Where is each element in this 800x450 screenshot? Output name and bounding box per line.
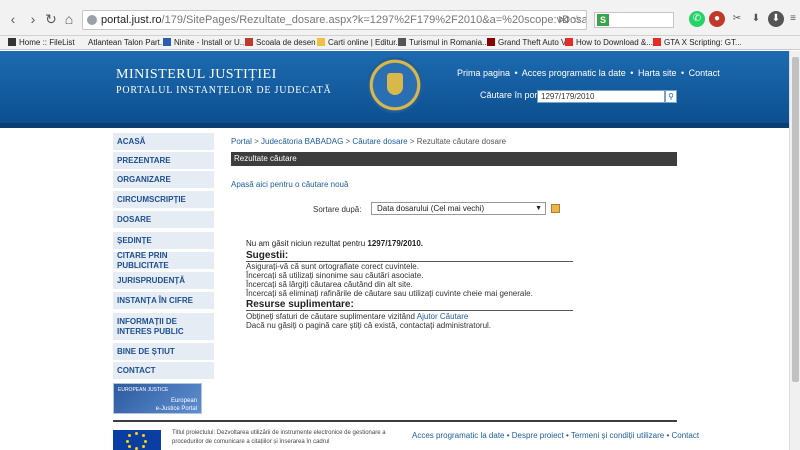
link-contact[interactable]: Contact — [689, 68, 720, 78]
resources-heading: Resurse suplimentare: — [246, 299, 573, 311]
suggestion-item: Încercați să eliminați rafinările de cău… — [246, 289, 533, 298]
suggestion-item: Asigurați-vă că sunt ortografiate corect… — [246, 262, 419, 271]
bookmark-item[interactable]: Carti online | Editur... — [317, 36, 402, 49]
sort-select[interactable]: Data dosarului (Cel mai vechi) ▼ — [371, 202, 546, 215]
extension-s-icon: S — [597, 14, 609, 26]
suggestions-heading: Sugestii: — [246, 250, 573, 262]
youtube-icon — [653, 38, 661, 46]
home-icon[interactable]: ⌂ — [62, 12, 76, 26]
breadcrumb-cautare-dosare[interactable]: Căutare dosare — [352, 137, 407, 146]
extension-red-icon[interactable]: ● — [709, 11, 725, 27]
folder-icon — [317, 38, 325, 46]
ejustice-line2: e-Justice Portal — [155, 406, 197, 412]
breadcrumb-current: > Rezultate căutare dosare — [407, 137, 507, 146]
scissors-icon[interactable]: ✂ — [729, 11, 745, 27]
bookmark-item[interactable]: Home :: FileList — [8, 36, 75, 49]
resource-item: Obțineți sfaturi de căutare suplimentare… — [246, 312, 469, 321]
page-info-icon[interactable] — [87, 15, 97, 25]
sidebar-item-instanta-in-cifre[interactable]: INSTANȚA ÎN CIFRE — [113, 292, 214, 310]
scrollbar-thumb[interactable] — [792, 57, 799, 382]
back-icon[interactable]: ‹ — [6, 12, 20, 26]
sidebar-item-bine-de-stiut[interactable]: BINE DE ȘTIUT — [113, 343, 214, 361]
bookmark-star-icon[interactable]: ⋈ ☆ — [558, 11, 582, 29]
url-path: /179/SitePages/Rezultate_dosare.aspx?k=1… — [161, 14, 586, 26]
portal-title: PORTALUL INSTANȚELOR DE JUDECATĂ — [116, 85, 332, 96]
bookmark-item[interactable]: How to Download &... — [565, 36, 653, 49]
url-host: portal.just.ro — [101, 14, 162, 26]
browser-toolbar: ‹ › ↻ ⌂ portal.just.ro/179/SitePages/Rez… — [0, 0, 800, 36]
breadcrumb-judecatoria[interactable]: Judecătoria BABADAG — [261, 137, 343, 146]
search-query: 1297/179/2010. — [367, 239, 424, 248]
scoala-icon — [245, 38, 253, 46]
breadcrumb-portal[interactable]: Portal — [231, 137, 252, 146]
forward-icon[interactable]: › — [26, 12, 40, 26]
bookmarks-bar: Home :: FileList Atlantean Talon Part...… — [0, 36, 800, 50]
youtube-icon — [565, 38, 573, 46]
sidebar-item-sedinte[interactable]: ȘEDINȚE — [113, 232, 214, 250]
eu-flag-icon — [113, 430, 161, 450]
sidebar-item-acasa[interactable]: ACASĂ — [113, 133, 214, 151]
bookmark-item[interactable]: GTA X Scripting: GT... — [653, 36, 742, 49]
link-acces-programatic[interactable]: Acces programatic la date — [522, 68, 626, 78]
downloads-badge-icon[interactable]: ⬇ — [768, 11, 784, 27]
suggestion-item: Încercați să utilizați sinonime sau căut… — [246, 271, 424, 280]
gta-icon — [487, 38, 495, 46]
ejustice-line1: European — [170, 398, 197, 404]
sidebar-item-dosare[interactable]: DOSARE — [113, 211, 214, 229]
suggestion-item: Încercați să lărgiți căutarea căutând di… — [246, 280, 413, 289]
sidebar-item-contact[interactable]: CONTACT — [113, 362, 214, 380]
sidebar-item-organizare[interactable]: ORGANIZARE — [113, 171, 214, 189]
link-prima-pagina[interactable]: Prima pagina — [457, 68, 510, 78]
breadcrumb: Portal > Judecătoria BABADAG > Căutare d… — [231, 137, 507, 146]
top-links: Prima pagina • Acces programatic la date… — [457, 68, 722, 78]
reload-icon[interactable]: ↻ — [44, 12, 58, 26]
new-search-link[interactable]: Apasă aici pentru o căutare nouă — [231, 180, 348, 189]
footer-project-text: Titlul proiectului: Dezvoltarea utilizăr… — [172, 430, 386, 445]
turism-icon — [398, 38, 406, 46]
bookmark-item[interactable]: Grand Theft Auto V — [487, 36, 566, 49]
sidebar-item-citare[interactable]: CITARE PRIN PUBLICITATE — [113, 251, 214, 270]
sidebar-item-jurisprudenta[interactable]: JURISPRUDENȚĂ — [113, 272, 214, 290]
no-results-message: Nu am găsit niciun rezultat pentru 1297/… — [246, 239, 424, 248]
download-icon[interactable]: ⬇ — [748, 11, 764, 27]
link-separator: • — [630, 68, 634, 78]
resource-item: Dacă nu găsiți o pagină care știți că ex… — [246, 321, 492, 330]
ninite-icon — [163, 38, 171, 46]
footer-divider — [113, 420, 677, 422]
search-icon[interactable]: ⚲ — [665, 90, 677, 103]
bookmark-item[interactable]: Scoala de desen — [245, 36, 316, 49]
url-bar[interactable]: portal.just.ro/179/SitePages/Rezultate_d… — [82, 10, 587, 30]
extension-box[interactable]: S — [594, 12, 674, 28]
results-title-bar: Rezultate căutare — [231, 152, 677, 166]
page-scrollbar[interactable] — [789, 51, 800, 450]
bookmark-item[interactable]: Turismul in Romania... — [398, 36, 489, 49]
sidebar-item-prezentare[interactable]: PREZENTARE — [113, 152, 214, 170]
search-help-link[interactable]: Ajutor Căutare — [417, 312, 469, 321]
portal-search-input[interactable] — [537, 90, 665, 103]
filelist-icon — [8, 38, 16, 46]
ejustice-portal-banner[interactable]: EUROPEAN JUSTICE European e-Justice Port… — [113, 383, 202, 414]
sidebar-item-informatii[interactable]: INFORMAȚII DE INTERES PUBLIC — [113, 313, 214, 341]
link-separator: • — [681, 68, 685, 78]
link-separator: • — [514, 68, 518, 78]
ejustice-eu-label: EUROPEAN JUSTICE — [118, 387, 169, 393]
menu-icon[interactable]: ≡ — [785, 11, 800, 27]
sort-select-value: Data dosarului (Cel mai vechi) — [377, 204, 485, 213]
whatsapp-icon[interactable]: ✆ — [689, 11, 705, 27]
ministry-title[interactable]: MINISTERUL JUSTIȚIEI — [116, 67, 277, 83]
link-harta-site[interactable]: Harta site — [638, 68, 677, 78]
bookmark-item[interactable]: Atlantean Talon Part... — [88, 36, 167, 49]
sidebar-item-circumscriptie[interactable]: CIRCUMSCRIPȚIE — [113, 191, 214, 209]
romania-crest-icon[interactable] — [367, 57, 423, 113]
bookmark-item[interactable]: Ninite - Install or U... — [163, 36, 246, 49]
sort-direction-icon[interactable] — [551, 204, 560, 213]
sort-label: Sortare după: — [313, 205, 362, 214]
footer-links[interactable]: Acces programatic la date • Despre proie… — [412, 431, 699, 440]
chevron-down-icon: ▼ — [535, 205, 542, 212]
header-stripe — [0, 123, 800, 128]
